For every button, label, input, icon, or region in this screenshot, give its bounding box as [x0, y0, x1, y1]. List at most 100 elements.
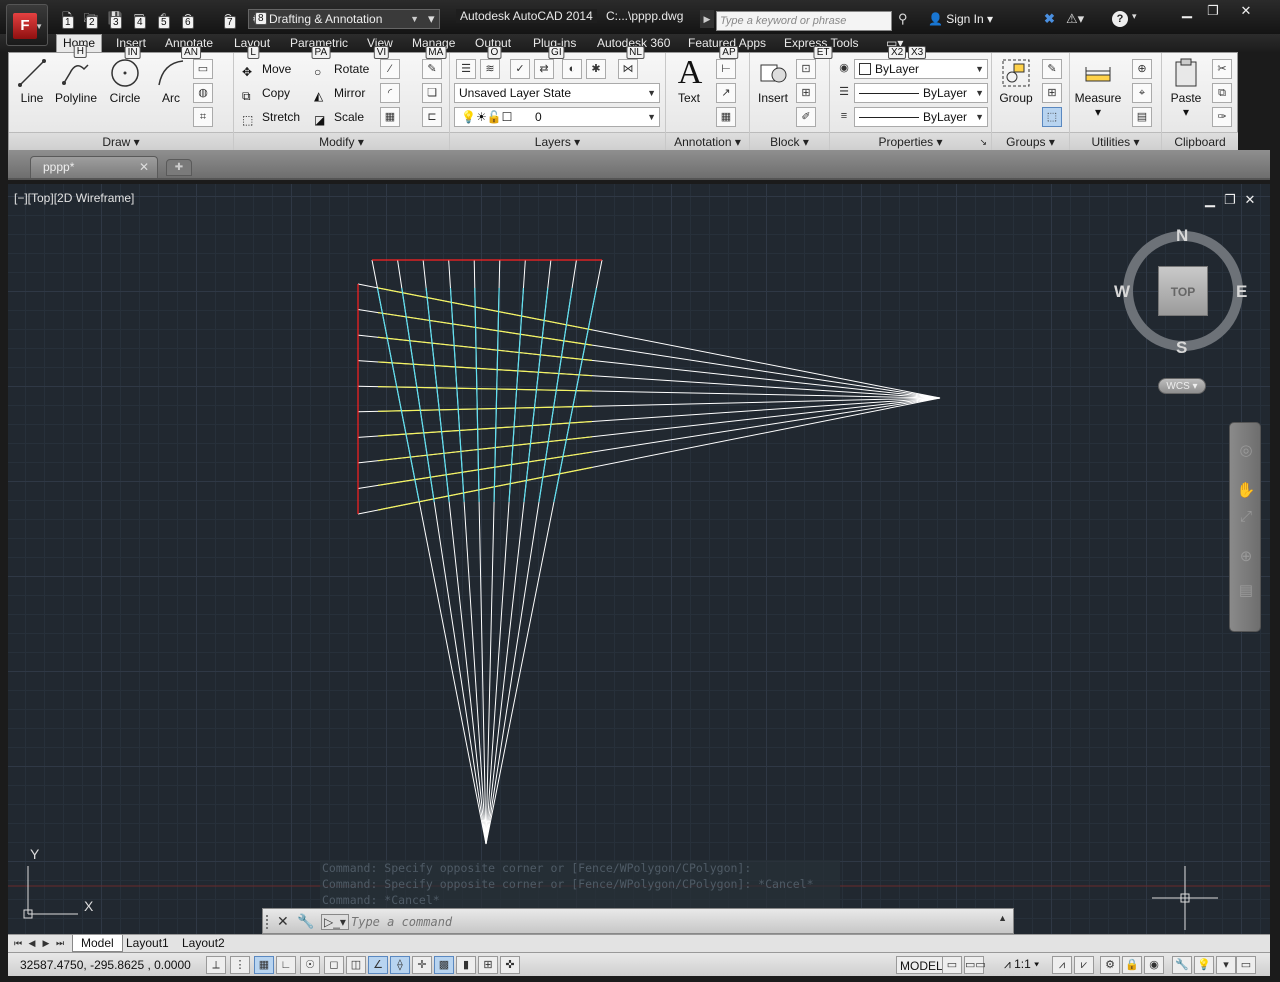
lineweight-dropdown[interactable]: ByLayer ▼ [854, 107, 988, 127]
hardware-acceleration-icon[interactable]: ◉ [1144, 956, 1164, 974]
dialog-launcher-icon[interactable]: ↘ [979, 133, 987, 151]
new-tab-button[interactable]: ✚ [166, 159, 192, 176]
panel-title-annotation[interactable]: Annotation ▾ [666, 132, 749, 150]
offset-icon[interactable]: ⊏ [422, 107, 442, 127]
command-input[interactable] [351, 912, 991, 931]
make-current-icon[interactable]: ✓ [510, 59, 530, 79]
layer-state-icon[interactable]: ≋ [480, 59, 500, 79]
tab-insert[interactable]: Insert IN [116, 36, 146, 59]
group-edit-icon[interactable]: ⊞ [1042, 83, 1062, 103]
cut-icon[interactable]: ✂ [1212, 59, 1232, 79]
quick-select-icon[interactable]: ⊕ [1132, 59, 1152, 79]
annotation-visibility-icon[interactable]: ⩘ [1052, 956, 1072, 974]
application-menu-button[interactable]: F ▼ [6, 4, 48, 46]
drag-grip[interactable] [266, 915, 272, 929]
polar-tracking-toggle[interactable]: ☉ [300, 956, 320, 974]
tab-manage[interactable]: Manage MA [412, 36, 455, 59]
hatch-icon[interactable]: ◍ [193, 83, 213, 103]
lightbulb-icon[interactable]: 💡 [1194, 956, 1214, 974]
tab-home[interactable]: Home H [56, 34, 103, 58]
tab-view[interactable]: View VI [367, 36, 393, 59]
layer-properties-icon[interactable]: ☰ [456, 59, 476, 79]
compass-east[interactable]: E [1236, 282, 1247, 302]
match-properties-icon[interactable]: ◉ [834, 59, 854, 79]
panel-title-groups[interactable]: Groups ▾ [992, 132, 1069, 150]
quick-view-drawings-button[interactable]: ▭▭ [964, 956, 986, 974]
search-input[interactable]: Type a keyword or phrase [716, 11, 892, 31]
panel-title-modify[interactable]: Modify ▾ [234, 132, 449, 150]
compass-south[interactable]: S [1176, 338, 1187, 358]
maximize-button[interactable]: ❐ [1196, 2, 1230, 20]
rotate-button[interactable]: ○ Rotate [314, 59, 369, 79]
edit-block-icon[interactable]: ⊞ [796, 83, 816, 103]
move-button[interactable]: ✥ Move [242, 59, 291, 79]
layer-walk-icon[interactable]: ⋈ [618, 59, 638, 79]
match-layer-icon[interactable]: ⇄ [534, 59, 554, 79]
infer-constraints-toggle[interactable]: ⟂ [206, 956, 226, 974]
polyline-button[interactable]: Polyline [53, 57, 99, 105]
tab-plug-ins[interactable]: Plug-ins GI [533, 36, 576, 59]
tab-layout1[interactable]: Layout1 [118, 935, 177, 952]
stretch-button[interactable]: ⬚ Stretch [242, 107, 300, 127]
compass-west[interactable]: W [1114, 282, 1130, 302]
dynamic-input-toggle[interactable]: ✛ [412, 956, 432, 974]
tab-layout2[interactable]: Layout2 [174, 935, 233, 952]
orbit-icon[interactable]: ⊕ [1236, 547, 1256, 567]
quick-view-layouts-button[interactable]: ▭ [942, 956, 962, 974]
wrench-icon[interactable]: 🔧 [297, 913, 314, 930]
tab-autodesk-360[interactable]: Autodesk 360 NL [597, 36, 670, 59]
point-id-icon[interactable]: ⌖ [1132, 83, 1152, 103]
tab-model[interactable]: Model [72, 935, 123, 952]
auto-scale-icon[interactable]: ⩗ [1074, 956, 1094, 974]
quick-properties-toggle[interactable]: ⊞ [478, 956, 498, 974]
panel-title-properties[interactable]: Properties ▾ ↘ [830, 132, 991, 150]
snap-mode-toggle[interactable]: ⋮ [230, 956, 250, 974]
recent-commands-dropdown[interactable]: ▲ [998, 913, 1007, 923]
showmotion-icon[interactable]: ▤ [1236, 581, 1256, 601]
save-as-button[interactable]: ▣4 [128, 8, 150, 29]
steering-wheel-icon[interactable]: ◎ [1236, 441, 1256, 461]
panel-title-block[interactable]: Block ▾ [750, 132, 829, 150]
tab-output[interactable]: Output O [475, 36, 511, 59]
dimension-icon[interactable]: ⊢ [716, 59, 736, 79]
line-button[interactable]: Line [15, 57, 49, 105]
zoom-extents-icon[interactable]: ⤢ [1236, 507, 1256, 527]
trim-icon[interactable]: ⁄ [380, 59, 400, 79]
measure-button[interactable]: Measure ▾ [1072, 57, 1124, 119]
wcs-menu-button[interactable]: WCS ▾ [1158, 378, 1206, 394]
lineweight-toggle[interactable]: ▩ [434, 956, 454, 974]
help-dropdown-icon[interactable]: ▾ [1132, 11, 1137, 22]
autodesk-360-icon[interactable]: ⚠▾ [1066, 11, 1084, 27]
ortho-mode-toggle[interactable]: ∟ [276, 956, 296, 974]
transparency-toggle[interactable]: ▮ [456, 956, 476, 974]
object-snap-toggle[interactable]: ◻ [324, 956, 344, 974]
paste-button[interactable]: Paste ▾ [1166, 57, 1206, 119]
first-layout-button[interactable]: ⏮ [12, 936, 24, 951]
close-window-button[interactable]: ✕ [1226, 2, 1266, 20]
tab-annotate[interactable]: Annotate AN [165, 36, 213, 59]
next-layout-button[interactable]: ▶ [40, 936, 52, 951]
mirror-button[interactable]: ◭ Mirror [314, 83, 365, 103]
pan-icon[interactable]: ✋ [1236, 481, 1256, 501]
leader-icon[interactable]: ↗ [716, 83, 736, 103]
layer-state-dropdown[interactable]: Unsaved Layer State ▼ [454, 83, 660, 103]
layer-off-icon[interactable]: ◐ [562, 59, 582, 79]
edit-icon[interactable]: ✎ [422, 59, 442, 79]
arc-button[interactable]: Arc [153, 57, 189, 105]
exchange-apps-icon[interactable]: ✖ [1044, 11, 1055, 27]
fillet-icon[interactable]: ◜ [380, 83, 400, 103]
copy-button[interactable]: ⧉ Copy [242, 83, 290, 103]
layer-freeze-icon[interactable]: ✱ [586, 59, 606, 79]
undo-button[interactable]: ↶6 [176, 8, 198, 29]
isolate-objects-icon[interactable]: 🔧 [1172, 956, 1192, 974]
tab-featured-apps[interactable]: Featured Apps AP [688, 36, 766, 59]
plot-button[interactable]: ⎙5 [152, 8, 174, 29]
annotation-scale-dropdown[interactable]: ⩘ 1:1 ▾ [1004, 957, 1039, 972]
tab-parametric[interactable]: Parametric PA [290, 36, 348, 59]
model-space-button[interactable]: MODEL [896, 956, 947, 974]
grid-display-toggle[interactable]: ▦ [254, 956, 274, 974]
3d-osnap-toggle[interactable]: ◫ [346, 956, 366, 974]
group-button[interactable]: Group [996, 57, 1036, 105]
match-props-clip-icon[interactable]: ✑ [1212, 107, 1232, 127]
clean-screen-icon[interactable]: ▭ [1236, 956, 1256, 974]
